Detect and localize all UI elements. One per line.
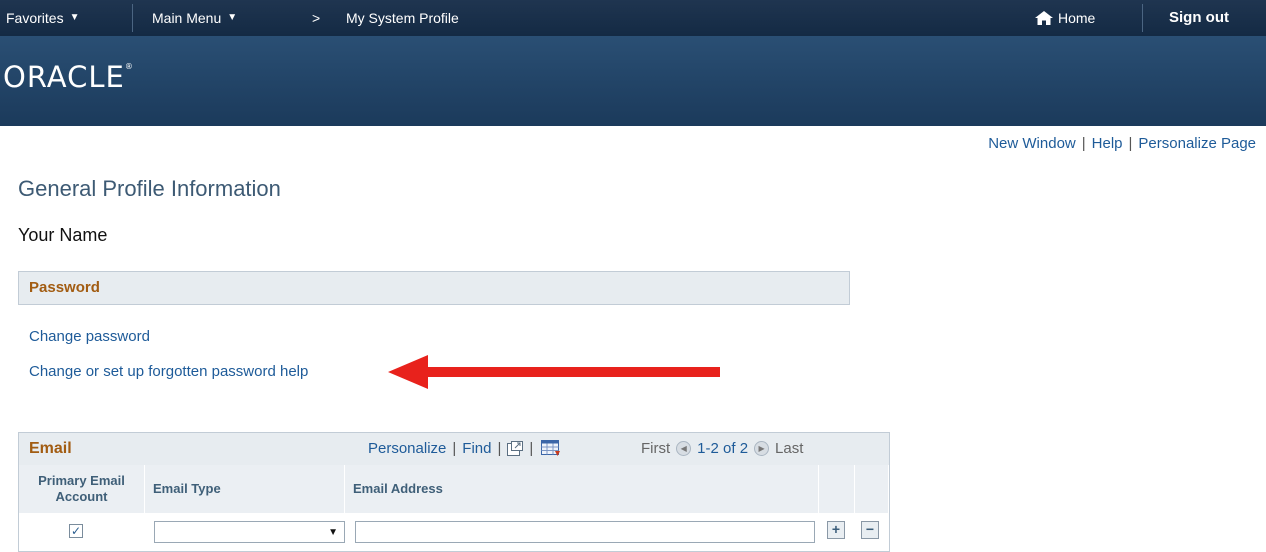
divider: |	[452, 440, 457, 457]
top-nav-bar: Favorites ▼ Main Menu ▼ > My System Prof…	[0, 0, 1266, 36]
divider	[132, 4, 133, 32]
registered-mark: ®	[124, 62, 134, 71]
previous-icon[interactable]: ◀	[676, 441, 692, 456]
column-header-email-type: Email Type	[145, 465, 345, 513]
column-header-email-address: Email Address	[345, 465, 819, 513]
breadcrumb-current[interactable]: My System Profile	[346, 0, 459, 36]
divider: |	[497, 440, 502, 457]
last-link[interactable]: Last	[775, 440, 803, 457]
password-section-header: Password	[18, 271, 850, 305]
view-all-icon[interactable]	[507, 441, 524, 456]
home-icon	[1035, 11, 1053, 25]
password-section-title: Password	[29, 279, 100, 296]
chevron-down-icon: ▼	[69, 12, 80, 23]
column-header-delete	[855, 465, 889, 513]
main-menu[interactable]: Main Menu ▼	[152, 0, 237, 36]
add-row-button[interactable]: +	[827, 521, 845, 539]
email-type-select[interactable]: ▼	[154, 521, 345, 543]
next-icon[interactable]: ▶	[754, 441, 770, 456]
chevron-down-icon: ▼	[227, 12, 238, 23]
table-row: ✓ ▼ + −	[19, 513, 889, 551]
home-label: Home	[1058, 10, 1096, 26]
annotation-arrow-icon	[388, 355, 720, 389]
divider	[1142, 4, 1143, 32]
help-link[interactable]: Help	[1092, 135, 1123, 152]
logo-text: ORACLE	[3, 60, 125, 94]
primary-email-checkbox[interactable]: ✓	[69, 524, 83, 538]
email-address-input[interactable]	[355, 521, 815, 543]
page-utility-links: New Window | Help | Personalize Page	[988, 135, 1256, 152]
new-window-link[interactable]: New Window	[988, 135, 1076, 152]
personalize-link[interactable]: Personalize	[368, 440, 446, 457]
favorites-menu[interactable]: Favorites ▼	[6, 0, 79, 36]
forgotten-password-help-link[interactable]: Change or set up forgotten password help	[29, 363, 308, 380]
email-grid: Email Personalize | Find | | First ◀ 1-2…	[18, 432, 890, 552]
divider: |	[1128, 135, 1133, 152]
email-grid-title: Email	[29, 440, 72, 457]
email-grid-header: Email Personalize | Find | | First ◀ 1-2…	[19, 433, 889, 465]
page-title: General Profile Information	[18, 176, 281, 201]
column-header-add	[819, 465, 855, 513]
chevron-down-icon: ▼	[328, 527, 338, 538]
column-header-primary: Primary Email Account	[19, 465, 145, 513]
divider: |	[529, 440, 534, 457]
first-link[interactable]: First	[641, 440, 670, 457]
download-spreadsheet-icon[interactable]	[541, 440, 561, 457]
personalize-page-link[interactable]: Personalize Page	[1138, 135, 1256, 152]
brand-banner: ORACLE®	[0, 36, 1266, 126]
change-password-link[interactable]: Change password	[29, 328, 150, 345]
sign-out-link[interactable]: Sign out	[1169, 0, 1229, 36]
find-link[interactable]: Find	[462, 440, 491, 457]
grid-pagination: First ◀ 1-2 of 2 ▶ Last	[641, 440, 803, 457]
home-link[interactable]: Home	[1035, 0, 1095, 36]
your-name-label: Your Name	[18, 225, 108, 245]
delete-row-button[interactable]: −	[861, 521, 879, 539]
grid-tools: Personalize | Find | |	[368, 440, 561, 457]
main-menu-label: Main Menu	[152, 10, 222, 26]
divider: |	[1081, 135, 1086, 152]
breadcrumb-separator: >	[312, 10, 321, 26]
favorites-label: Favorites	[6, 10, 64, 26]
oracle-logo: ORACLE®	[3, 60, 134, 94]
row-range: 1-2 of 2	[697, 440, 749, 457]
